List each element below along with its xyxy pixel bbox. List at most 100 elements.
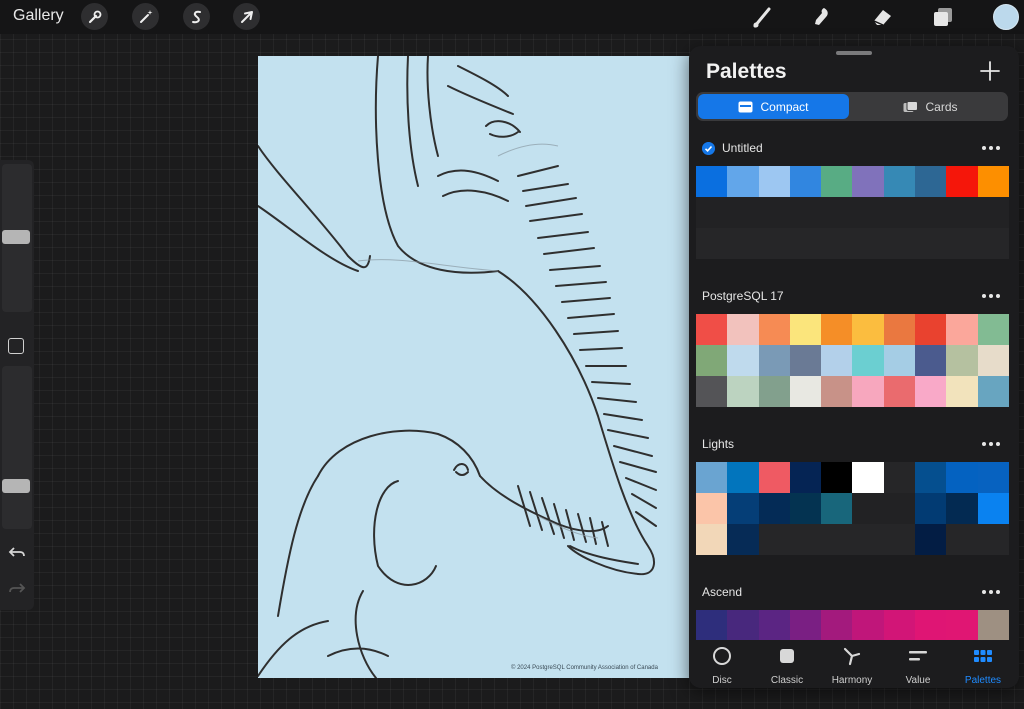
color-swatch[interactable] [915,493,947,524]
color-swatch[interactable] [915,166,947,197]
panel-grabber[interactable] [836,51,872,55]
color-swatch[interactable] [946,610,978,640]
color-swatch[interactable] [852,166,884,197]
color-swatch[interactable] [696,376,728,407]
empty-swatch[interactable] [696,228,728,259]
opacity-thumb[interactable] [2,478,30,493]
color-swatch[interactable] [883,345,916,376]
color-swatch[interactable] [758,462,790,493]
empty-swatch[interactable] [915,197,947,228]
color-swatch[interactable] [727,166,759,197]
palette-lights[interactable]: Lights [696,426,1009,555]
layers-icon[interactable] [930,4,956,30]
redo-icon[interactable] [7,578,27,598]
color-swatch[interactable] [696,462,728,493]
empty-swatch[interactable] [977,228,1009,259]
gallery-button[interactable]: Gallery [13,7,64,25]
color-swatch[interactable] [915,462,947,493]
brush-icon[interactable] [750,4,776,30]
undo-icon[interactable] [7,542,27,562]
magic-wand-icon[interactable] [132,3,159,30]
empty-swatch[interactable] [758,197,790,228]
color-swatch[interactable] [696,524,728,555]
color-swatch[interactable] [883,314,916,345]
color-swatch[interactable] [758,166,790,197]
color-swatch[interactable] [852,314,884,345]
color-swatch[interactable] [821,493,853,524]
add-palette-icon[interactable] [979,60,1001,82]
color-swatch[interactable] [915,376,947,407]
empty-swatch[interactable] [727,228,759,259]
color-swatch[interactable] [915,524,947,555]
drawing-canvas[interactable]: © 2024 PostgreSQL Community Association … [258,56,690,678]
color-swatch[interactable] [696,166,728,197]
color-swatch[interactable] [915,610,947,640]
color-swatch[interactable] [696,345,728,376]
color-swatch[interactable] [946,345,978,376]
color-swatch[interactable] [727,610,759,640]
color-swatch[interactable] [821,610,853,640]
brush-size-thumb[interactable] [2,229,30,244]
palette-postgresql-17[interactable]: PostgreSQL 17 [696,278,1009,407]
color-swatch[interactable] [883,610,916,640]
empty-swatch[interactable] [821,524,853,555]
empty-swatch[interactable] [852,524,884,555]
color-swatch[interactable] [821,462,853,493]
empty-swatch[interactable] [821,228,853,259]
empty-swatch[interactable] [883,197,916,228]
more-options-icon[interactable] [981,294,1001,298]
empty-swatch[interactable] [883,524,916,555]
empty-swatch[interactable] [977,197,1009,228]
color-swatch[interactable] [883,376,916,407]
empty-swatch[interactable] [821,197,853,228]
empty-swatch[interactable] [758,524,790,555]
color-swatch[interactable] [946,462,978,493]
color-swatch[interactable] [789,345,822,376]
color-swatch[interactable] [852,462,884,493]
color-swatch[interactable] [852,345,884,376]
transform-arrow-icon[interactable] [233,3,260,30]
empty-swatch[interactable] [758,228,790,259]
color-swatch[interactable] [789,610,822,640]
color-swatch[interactable] [789,462,822,493]
color-swatch[interactable] [789,314,822,345]
more-options-icon[interactable] [981,442,1001,446]
tab-classic[interactable]: Classic [754,646,820,688]
empty-swatch[interactable] [727,197,759,228]
color-swatch[interactable] [789,376,822,407]
compact-view-button[interactable]: Compact [698,94,849,119]
color-swatch[interactable] [852,610,884,640]
modify-button[interactable] [8,338,24,354]
empty-swatch[interactable] [946,524,978,555]
color-swatch[interactable] [821,376,853,407]
tab-disc[interactable]: Disc [689,646,755,688]
color-swatch[interactable] [946,493,978,524]
color-swatch[interactable] [977,376,1009,407]
color-swatch[interactable] [696,610,728,640]
color-swatch[interactable] [821,166,853,197]
tab-harmony[interactable]: Harmony [819,646,885,688]
empty-swatch[interactable] [915,228,947,259]
selection-s-icon[interactable] [183,3,210,30]
empty-swatch[interactable] [883,493,916,524]
color-swatch[interactable] [977,493,1009,524]
color-swatch[interactable] [883,166,916,197]
color-swatch[interactable] [977,166,1009,197]
smudge-icon[interactable] [809,4,835,30]
color-swatch[interactable] [727,314,759,345]
tab-palettes[interactable]: Palettes [950,646,1016,688]
palette-list[interactable]: Untitled PostgreSQL 17 Lights Ascend [689,130,1019,640]
wrench-icon[interactable] [81,3,108,30]
color-swatch[interactable] [977,345,1009,376]
empty-swatch[interactable] [977,524,1009,555]
empty-swatch[interactable] [946,228,978,259]
color-swatch[interactable] [727,493,759,524]
color-swatch[interactable] [758,376,790,407]
color-swatch[interactable] [758,345,790,376]
color-swatch[interactable] [758,314,790,345]
color-swatch[interactable] [696,314,728,345]
empty-swatch[interactable] [946,197,978,228]
current-color-swatch[interactable] [993,4,1019,30]
empty-swatch[interactable] [789,197,822,228]
empty-swatch[interactable] [852,197,884,228]
